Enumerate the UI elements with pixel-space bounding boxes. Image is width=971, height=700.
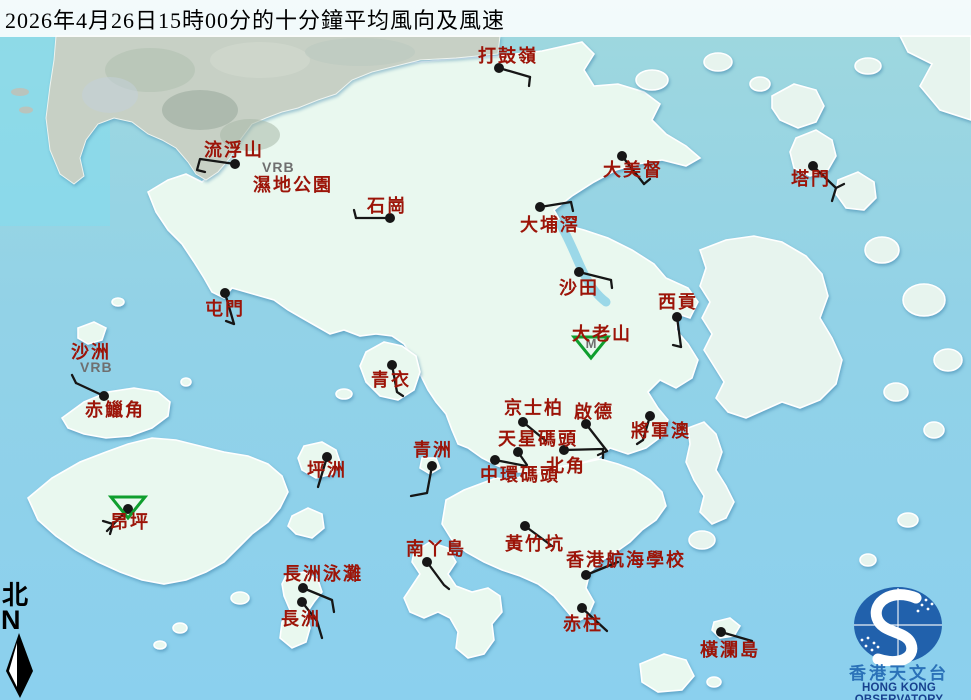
island — [750, 77, 770, 91]
title-bar: 2026年4月26日15時00分的十分鐘平均風向及風速 — [0, 0, 971, 37]
hko-logo-icon — [828, 584, 970, 666]
station-dot-ta-kwu-ling — [494, 63, 504, 73]
urban-patch — [82, 77, 138, 113]
urban-patch — [220, 119, 280, 151]
wind-barb-sha-tin — [611, 280, 612, 288]
island — [704, 53, 732, 71]
island — [689, 531, 715, 549]
urban-patch — [210, 42, 310, 78]
island — [903, 284, 945, 316]
station-dot-lau-fau-shan — [230, 159, 240, 169]
station-dot-tsing-yi — [387, 360, 397, 370]
north-indicator: 北 N — [0, 583, 46, 700]
station-dot-green-island — [427, 461, 437, 471]
station-dot-cheung-chau-beach — [298, 583, 308, 593]
island — [181, 378, 191, 386]
island — [173, 623, 187, 633]
wind-barb-ta-kwu-ling — [529, 77, 530, 86]
station-dot-sha-tin — [574, 267, 584, 277]
station-dot-peng-chau — [322, 452, 332, 462]
station-dot-tap-mun — [808, 161, 818, 171]
island — [865, 237, 899, 263]
station-dot-north-point — [559, 445, 569, 455]
station-dot-sai-kung — [672, 312, 682, 322]
north-letter: N — [1, 607, 21, 634]
station-dot-hk-sea-school — [581, 570, 591, 580]
island — [231, 592, 249, 604]
hko-logo-english: HONG KONG OBSERVATORY — [828, 683, 970, 700]
station-dot-cheung-chau — [297, 597, 307, 607]
urban-patch — [162, 90, 238, 130]
station-dot-tai-mei-tuk — [617, 151, 627, 161]
hko-logo: 香港天文台 HONG KONG OBSERVATORY — [828, 584, 970, 700]
urban-patch — [305, 38, 415, 66]
island-ma-wan — [336, 389, 352, 399]
station-dot-kai-tak — [581, 419, 591, 429]
wind-barb-north-point — [564, 449, 603, 450]
wind-map-screen: M 打鼓嶺流浮山濕地公園VRB石崗大美督塔門大埔滘沙田西貢大老山屯門沙洲VRB赤… — [0, 0, 971, 700]
triangle-letter-tates-cairn: M — [586, 336, 597, 351]
station-dot-kings-park — [518, 417, 528, 427]
island — [924, 422, 944, 438]
station-dot-stanley — [577, 603, 587, 613]
station-dot-waglan-island — [716, 627, 726, 637]
island — [934, 349, 962, 371]
island — [154, 641, 166, 649]
hong-kong-map: M — [0, 0, 971, 700]
island — [898, 513, 918, 527]
station-dot-tseung-kwan-o — [645, 411, 655, 421]
island — [860, 554, 876, 566]
island — [855, 58, 881, 74]
station-dot-central-pier — [490, 455, 500, 465]
island — [19, 107, 33, 114]
island — [11, 88, 29, 96]
station-dot-shek-kong — [385, 213, 395, 223]
island — [636, 70, 668, 90]
island — [707, 677, 721, 687]
hko-logo-chinese: 香港天文台 — [828, 665, 970, 682]
island — [112, 298, 124, 306]
station-dot-star-ferry — [513, 447, 523, 457]
station-dot-chek-lap-kok — [99, 391, 109, 401]
station-dot-lamma-island — [422, 557, 432, 567]
north-arrow-icon — [3, 633, 35, 699]
island — [884, 383, 908, 401]
map-title: 2026年4月26日15時00分的十分鐘平均風向及風速 — [0, 3, 505, 35]
station-dot-tuen-mun — [220, 288, 230, 298]
station-dot-tai-po-kau — [535, 202, 545, 212]
station-dot-wong-chuk-hang — [520, 521, 530, 531]
